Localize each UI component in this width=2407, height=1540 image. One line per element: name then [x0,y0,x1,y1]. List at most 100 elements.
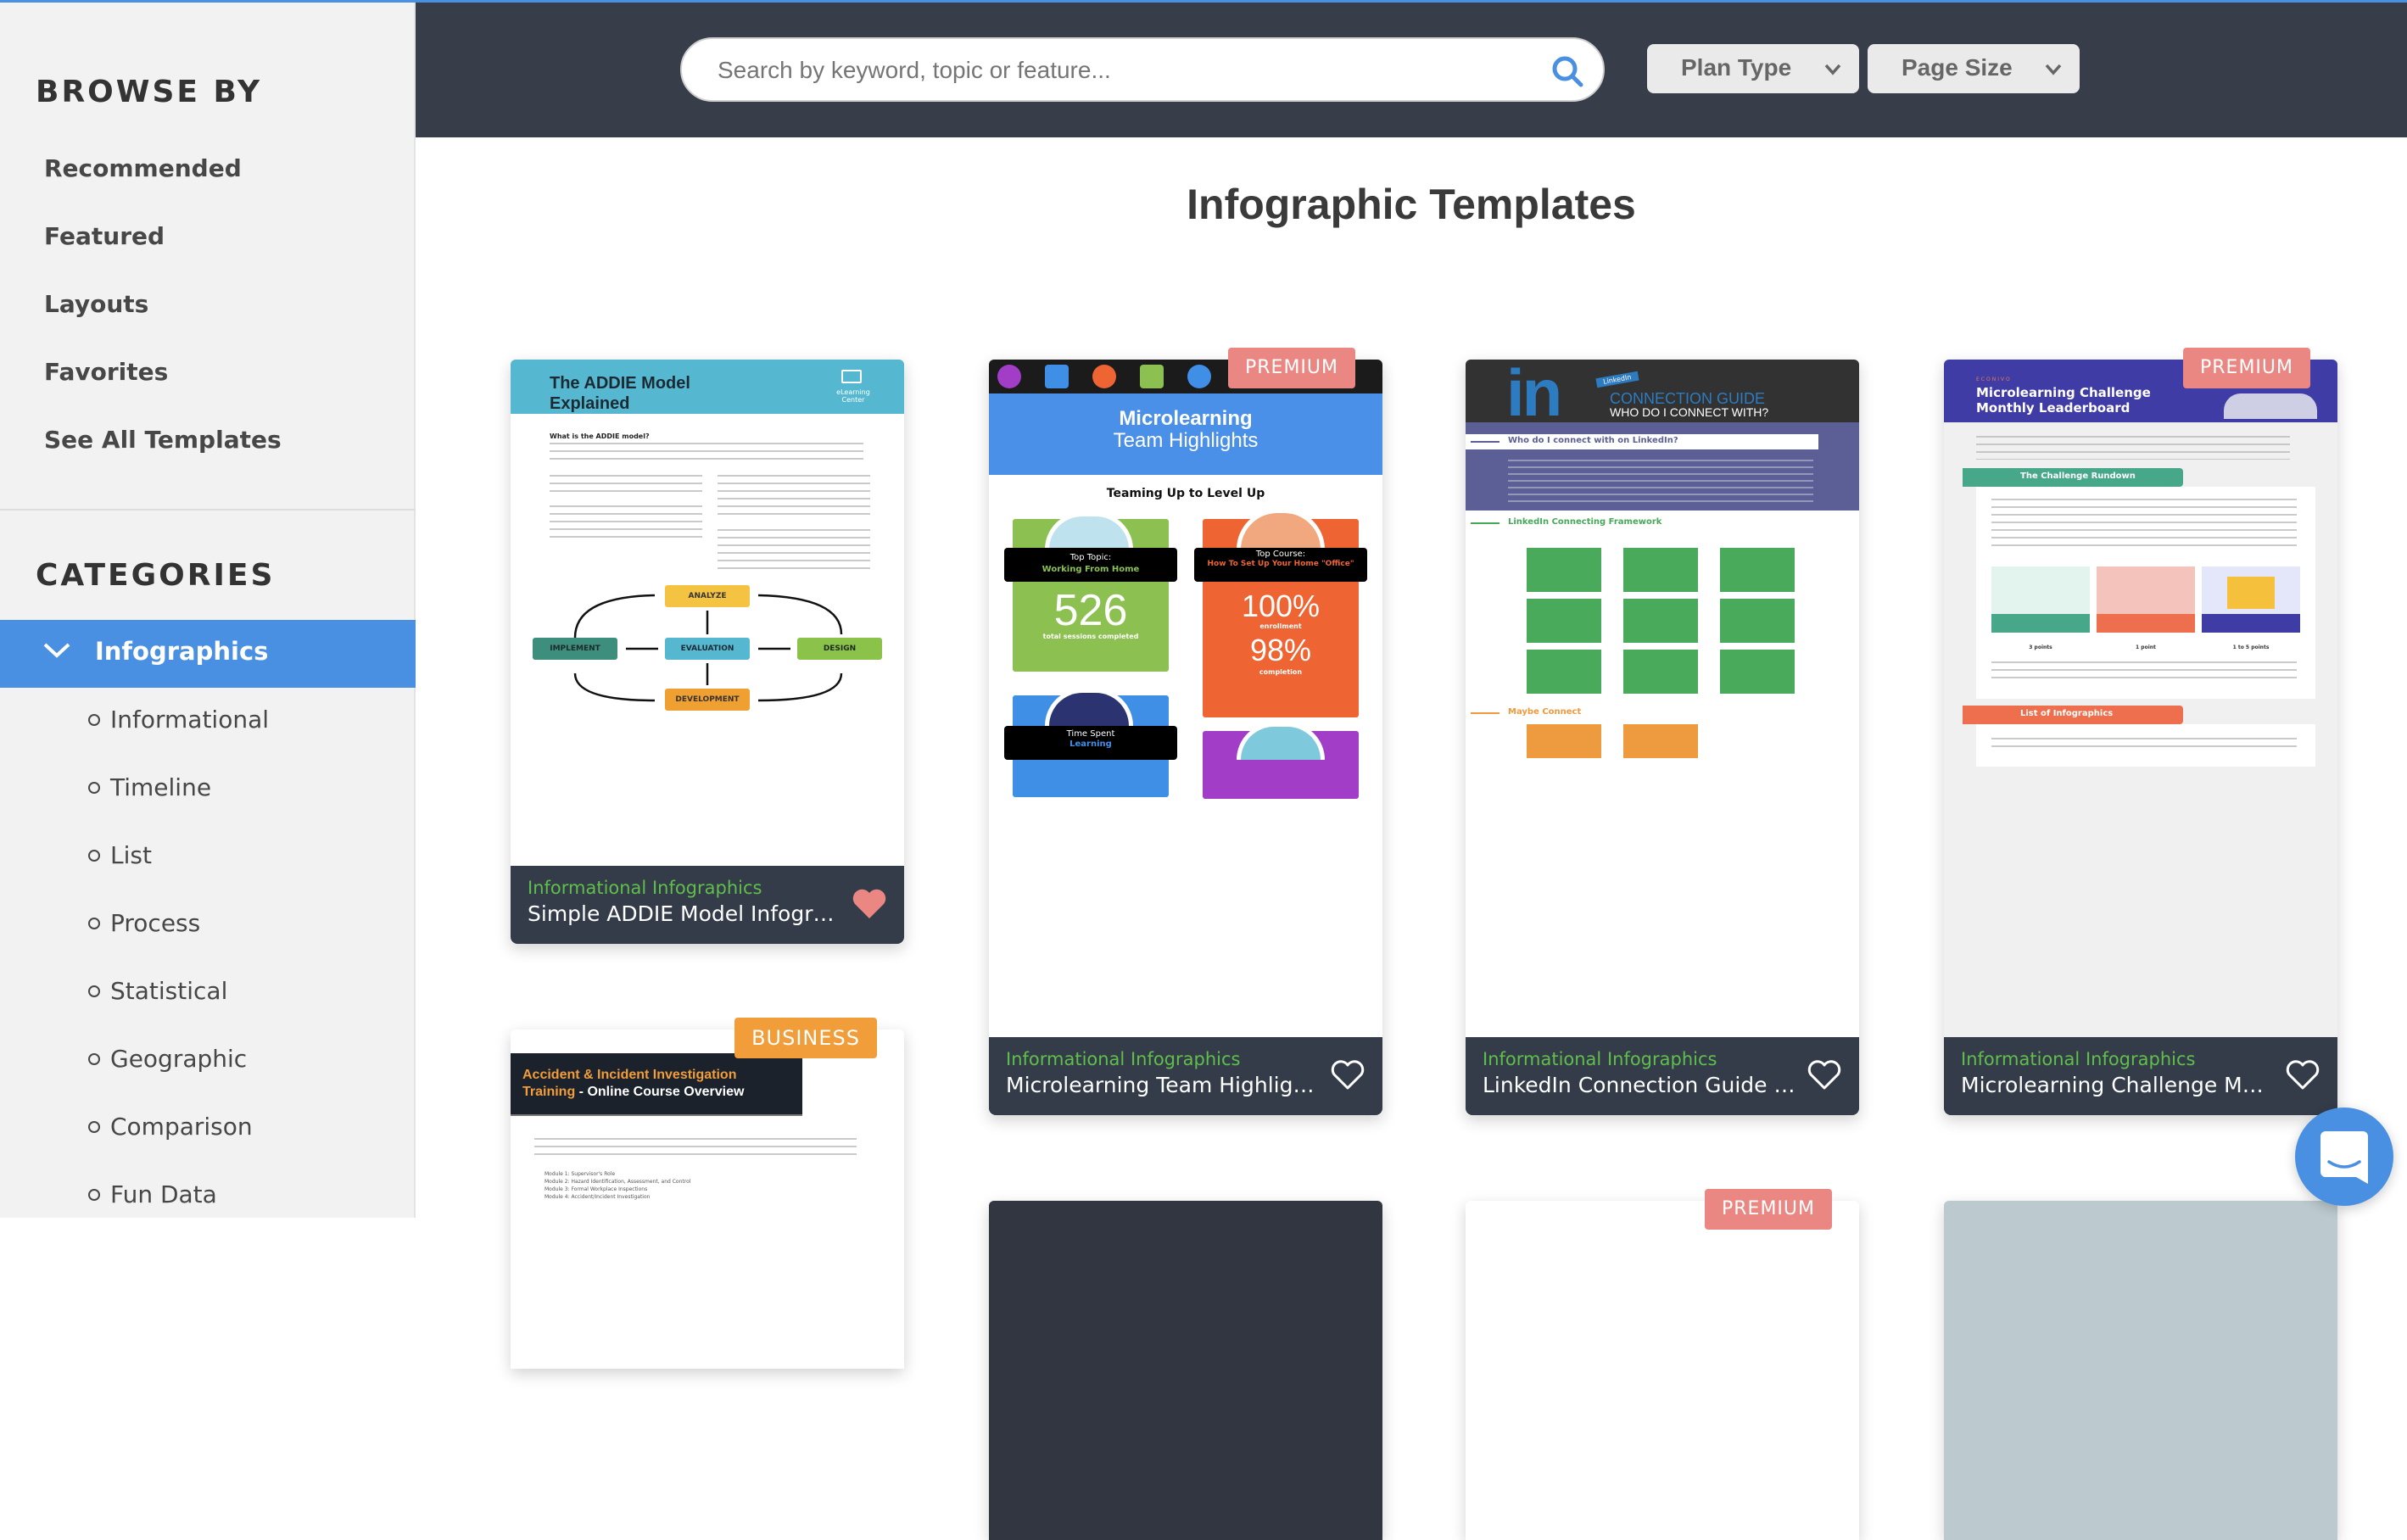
template-thumbnail: Microlearning Team Highlights Teaming Up… [989,360,1382,1037]
thumb-section: List of Infographics [2020,709,2114,718]
template-thumbnail: ECONIVO Microlearning Challenge Monthly … [1944,360,2337,1037]
chat-icon [2320,1131,2368,1184]
thumb-logo: eLearning Center [836,388,870,404]
thumb-section: Teaming Up to Level Up [1106,487,1265,500]
thumb-stat: 98% [1249,633,1312,667]
page-size-dropdown[interactable]: Page Size [1868,44,2080,93]
thumb-title: Training [522,1085,576,1099]
template-thumbnail [1466,1201,1859,1540]
thumb-label: Top Topic: [1069,553,1112,562]
chevron-down-icon [43,643,70,658]
search-input[interactable] [718,49,1532,92]
template-card[interactable]: PREMIUM Microlearning Team Highlights Te… [989,348,1382,1115]
business-badge: BUSINESS [734,1018,877,1058]
thumb-points: 1 to 5 points [2232,644,2270,650]
thumb-module: Module 4: Accident/Incident Investigatio… [545,1194,651,1200]
sidebar-item-featured[interactable]: Featured [44,222,165,250]
template-thumbnail [1944,1201,2337,1540]
thumb-points: 3 points [2029,644,2052,650]
heart-filled-icon[interactable] [852,888,887,920]
thumb-value: Learning [1069,739,1112,749]
card-footer: Informational Infographics LinkedIn Conn… [1466,1037,1859,1115]
circle-bullet-icon [88,713,100,726]
subcategory-label: Comparison [110,1113,253,1141]
thumb-module: Module 2: Hazard Identification, Assessm… [545,1179,691,1185]
subcategory-label: Timeline [110,773,212,801]
subcategory-process[interactable]: Process [88,909,200,937]
sidebar-item-see-all-templates[interactable]: See All Templates [44,426,282,454]
thumb-stat: 526 [1053,586,1128,635]
heart-outline-icon[interactable] [1330,1059,1365,1091]
laptop-icon [841,370,862,383]
premium-badge: PREMIUM [1704,1189,1832,1230]
template-thumbnail: Accident & Incident Investigation Traini… [511,1029,904,1369]
circle-bullet-icon [88,985,100,997]
circle-bullet-icon [88,1052,100,1065]
thumb-brand: ECONIVO [1976,377,2012,382]
template-card[interactable] [989,1201,1382,1540]
sidebar-item-recommended[interactable]: Recommended [44,154,242,182]
card-category: Informational Infographics [1961,1049,2196,1069]
thumb-points: 1 point [2136,644,2156,650]
search-box [680,37,1605,102]
thumb-title: Accident & Incident Investigation [522,1068,737,1082]
subcategory-comparison[interactable]: Comparison [88,1113,253,1141]
circle-bullet-icon [88,849,100,862]
thumb-label: Time Spent [1066,729,1115,739]
circle-bullet-icon [88,917,100,929]
template-card[interactable]: PREMIUM [1466,1189,1859,1540]
heart-outline-icon[interactable] [1807,1059,1842,1091]
browse-by-heading: BROWSE BY [36,75,263,109]
thumb-label: Top Course: [1255,550,1306,559]
subcategory-list[interactable]: List [88,841,152,869]
sidebar-divider [0,509,416,511]
cycle-arrows-graphic [573,594,843,702]
template-card[interactable]: PREMIUM ECONIVO Microlearning Challenge … [1944,348,2337,1115]
thumb-title: Microlearning [1119,407,1253,430]
subcategory-label: Process [110,909,201,937]
card-footer: Informational Infographics Microlearning… [1944,1037,2337,1115]
subcategory-label: Geographic [110,1045,248,1073]
template-card[interactable] [1944,1201,2337,1540]
chevron-down-icon [2045,64,2062,75]
sidebar-item-favorites[interactable]: Favorites [44,358,168,386]
template-card[interactable]: The ADDIE Model Explained eLearning Cent… [511,360,904,944]
thumb-title: Monthly Leaderboard [1976,400,2131,416]
template-card[interactable]: BUSINESS Accident & Incident Investigati… [511,1018,904,1369]
thumb-title: - Online Course Overview [575,1085,745,1099]
thumb-stat-label: completion [1259,668,1303,676]
subcategory-fun-data[interactable]: Fun Data [88,1180,217,1208]
thumb-question: What is the ADDIE model? [550,432,650,440]
sidebar-category-infographics[interactable]: Infographics [0,620,416,688]
card-footer: Informational Infographics Simple ADDIE … [511,866,904,944]
thumb-title: The ADDIE Model [550,374,690,393]
circle-bullet-icon [88,1188,100,1201]
top-accent-line [0,0,2407,3]
linkedin-logo: in [1506,360,1562,430]
subcategory-geographic[interactable]: Geographic [88,1045,247,1073]
thumb-module: Module 3: Formal Workplace Inspections [545,1186,648,1192]
subcategory-timeline[interactable]: Timeline [88,773,211,801]
heart-outline-icon[interactable] [2285,1059,2320,1091]
subcategory-label: Statistical [110,977,228,1005]
top-bar: Plan Type Page Size [416,0,2407,137]
circle-bullet-icon [88,1120,100,1133]
sidebar-item-layouts[interactable]: Layouts [44,290,148,318]
thumb-section: The Challenge Rundown [2020,471,2136,481]
chat-launcher-button[interactable] [2295,1108,2393,1206]
subcategory-statistical[interactable]: Statistical [88,977,227,1005]
chevron-down-icon [1824,64,1841,75]
search-icon[interactable] [1550,54,1584,88]
plan-type-dropdown[interactable]: Plan Type [1647,44,1859,93]
premium-badge: PREMIUM [1227,348,1355,388]
category-label: Infographics [95,637,269,666]
thumb-subtitle: WHO DO I CONNECT WITH? [1610,405,1769,419]
template-thumbnail: in LinkedIn CONNECTION GUIDE WHO DO I CO… [1466,360,1859,1037]
template-card[interactable]: in LinkedIn CONNECTION GUIDE WHO DO I CO… [1466,360,1859,1115]
page-size-label: Page Size [1902,54,2013,81]
thumb-title: Microlearning Challenge [1976,385,2151,400]
thumb-title: Explained [550,394,630,413]
card-title: Microlearning Challenge Month... [1961,1073,2275,1097]
subcategory-informational[interactable]: Informational [88,706,269,734]
thumb-subtitle: Team Highlights [1113,429,1259,452]
